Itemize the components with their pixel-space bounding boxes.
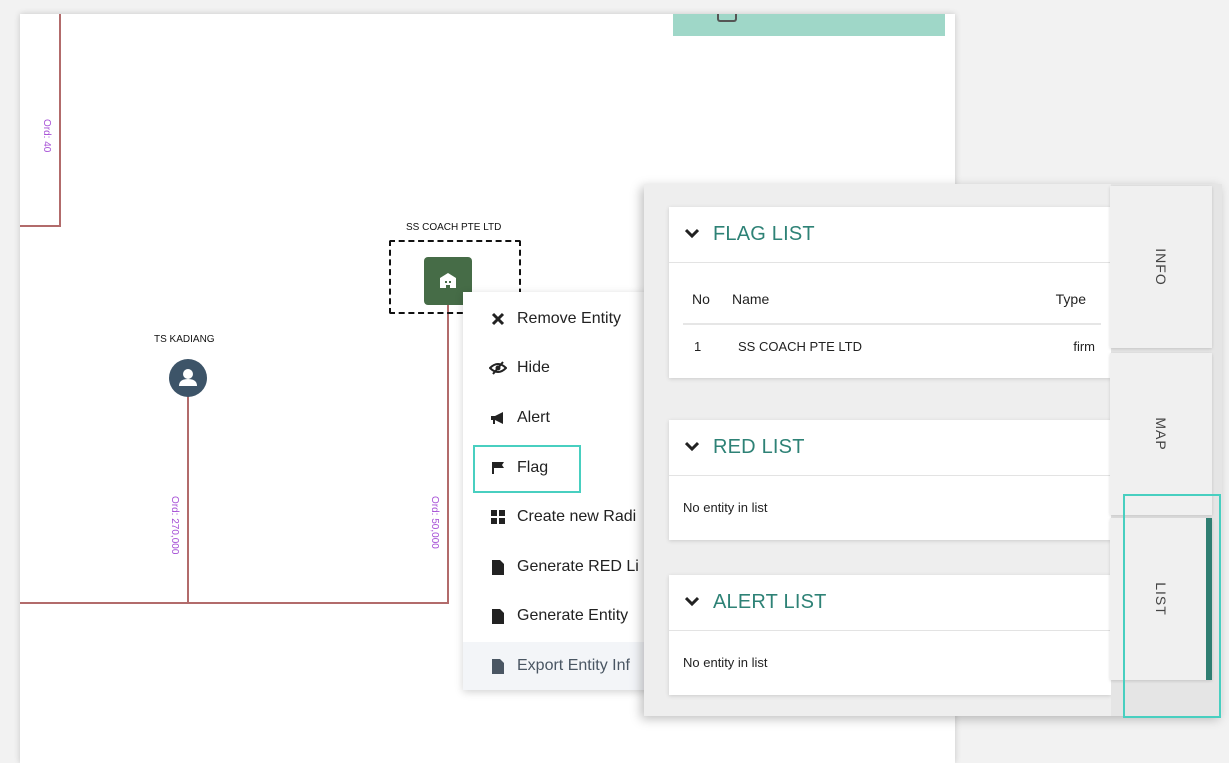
alert-list-title: ALERT LIST bbox=[713, 591, 827, 613]
column-header-type: Type bbox=[1055, 291, 1086, 307]
file-icon bbox=[489, 608, 507, 624]
chevron-down-icon bbox=[685, 441, 699, 451]
graph-edge bbox=[447, 296, 449, 604]
alert-list-empty-text: No entity in list bbox=[683, 655, 768, 670]
grid-icon bbox=[489, 510, 507, 524]
firm-node-label: SS COACH PTE LTD bbox=[406, 222, 502, 233]
edge-label: Ord: 40 bbox=[41, 119, 52, 153]
graph-edge bbox=[187, 392, 189, 604]
edge-label: Ord: 270,000 bbox=[169, 496, 180, 555]
person-node[interactable] bbox=[169, 359, 207, 397]
graph-edge bbox=[59, 14, 61, 227]
menu-item-hide[interactable]: Hide bbox=[463, 344, 663, 392]
red-list-empty-text: No entity in list bbox=[683, 500, 768, 515]
tab-info[interactable]: INFO bbox=[1110, 186, 1212, 348]
chevron-down-icon bbox=[685, 228, 699, 238]
file-icon bbox=[489, 658, 507, 674]
flag-list-title: FLAG LIST bbox=[713, 223, 815, 245]
tab-map-label: MAP bbox=[1153, 417, 1169, 451]
flag-list-card: FLAG LIST No Name Type 1 SS COACH PTE LT… bbox=[669, 207, 1111, 378]
column-header-no: No bbox=[692, 291, 710, 307]
menu-item-generate-entity[interactable]: Generate Entity bbox=[463, 592, 663, 640]
menu-item-export-entity-info[interactable]: Export Entity Inf bbox=[463, 642, 663, 690]
row-name: SS COACH PTE LTD bbox=[738, 339, 863, 354]
graph-edge bbox=[20, 225, 61, 227]
menu-item-label: Remove Entity bbox=[517, 310, 622, 327]
alert-list-header[interactable]: ALERT LIST bbox=[669, 575, 1111, 631]
flag-list-header[interactable]: FLAG LIST bbox=[669, 207, 1111, 263]
chevron-down-icon bbox=[685, 596, 699, 606]
menu-item-alert[interactable]: Alert bbox=[463, 394, 663, 442]
menu-item-label: Hide bbox=[517, 359, 550, 376]
eye-slash-icon bbox=[489, 361, 507, 375]
menu-item-generate-red-list[interactable]: Generate RED Li bbox=[463, 543, 663, 591]
row-type: firm bbox=[1073, 339, 1095, 354]
alert-list-card: ALERT LIST No entity in list bbox=[669, 575, 1111, 695]
tray-icon bbox=[717, 14, 737, 22]
list-tab-highlight-box bbox=[1123, 494, 1221, 718]
flag-list-table: No Name Type 1 SS COACH PTE LTD firm bbox=[683, 279, 1101, 369]
top-toolbar-strip bbox=[673, 14, 945, 36]
red-list-card: RED LIST No entity in list bbox=[669, 420, 1111, 540]
row-no: 1 bbox=[694, 339, 702, 354]
tab-map[interactable]: MAP bbox=[1110, 353, 1212, 515]
menu-item-label: Alert bbox=[517, 409, 550, 426]
graph-edge bbox=[20, 602, 449, 604]
menu-item-create-radius[interactable]: Create new Radi bbox=[463, 493, 663, 541]
person-node-label: TS KADIANG bbox=[154, 334, 215, 345]
menu-item-remove-entity[interactable]: Remove Entity bbox=[463, 295, 663, 343]
column-header-name: Name bbox=[732, 291, 770, 307]
edge-label: Ord: 50,000 bbox=[429, 496, 440, 549]
close-icon bbox=[489, 312, 507, 326]
red-list-header[interactable]: RED LIST bbox=[669, 420, 1111, 476]
menu-item-label: Generate RED Li bbox=[517, 558, 639, 575]
megaphone-icon bbox=[489, 411, 507, 425]
user-icon bbox=[179, 369, 197, 386]
red-list-title: RED LIST bbox=[713, 436, 805, 458]
tab-info-label: INFO bbox=[1153, 248, 1169, 286]
table-row[interactable]: 1 SS COACH PTE LTD firm bbox=[683, 325, 1101, 369]
flag-highlight-box bbox=[473, 445, 581, 493]
menu-item-label: Create new Radi bbox=[517, 508, 637, 525]
menu-item-label: Export Entity Inf bbox=[517, 657, 630, 674]
table-header-row: No Name Type bbox=[683, 279, 1101, 325]
file-icon bbox=[489, 559, 507, 575]
menu-item-label: Generate Entity bbox=[517, 607, 629, 624]
